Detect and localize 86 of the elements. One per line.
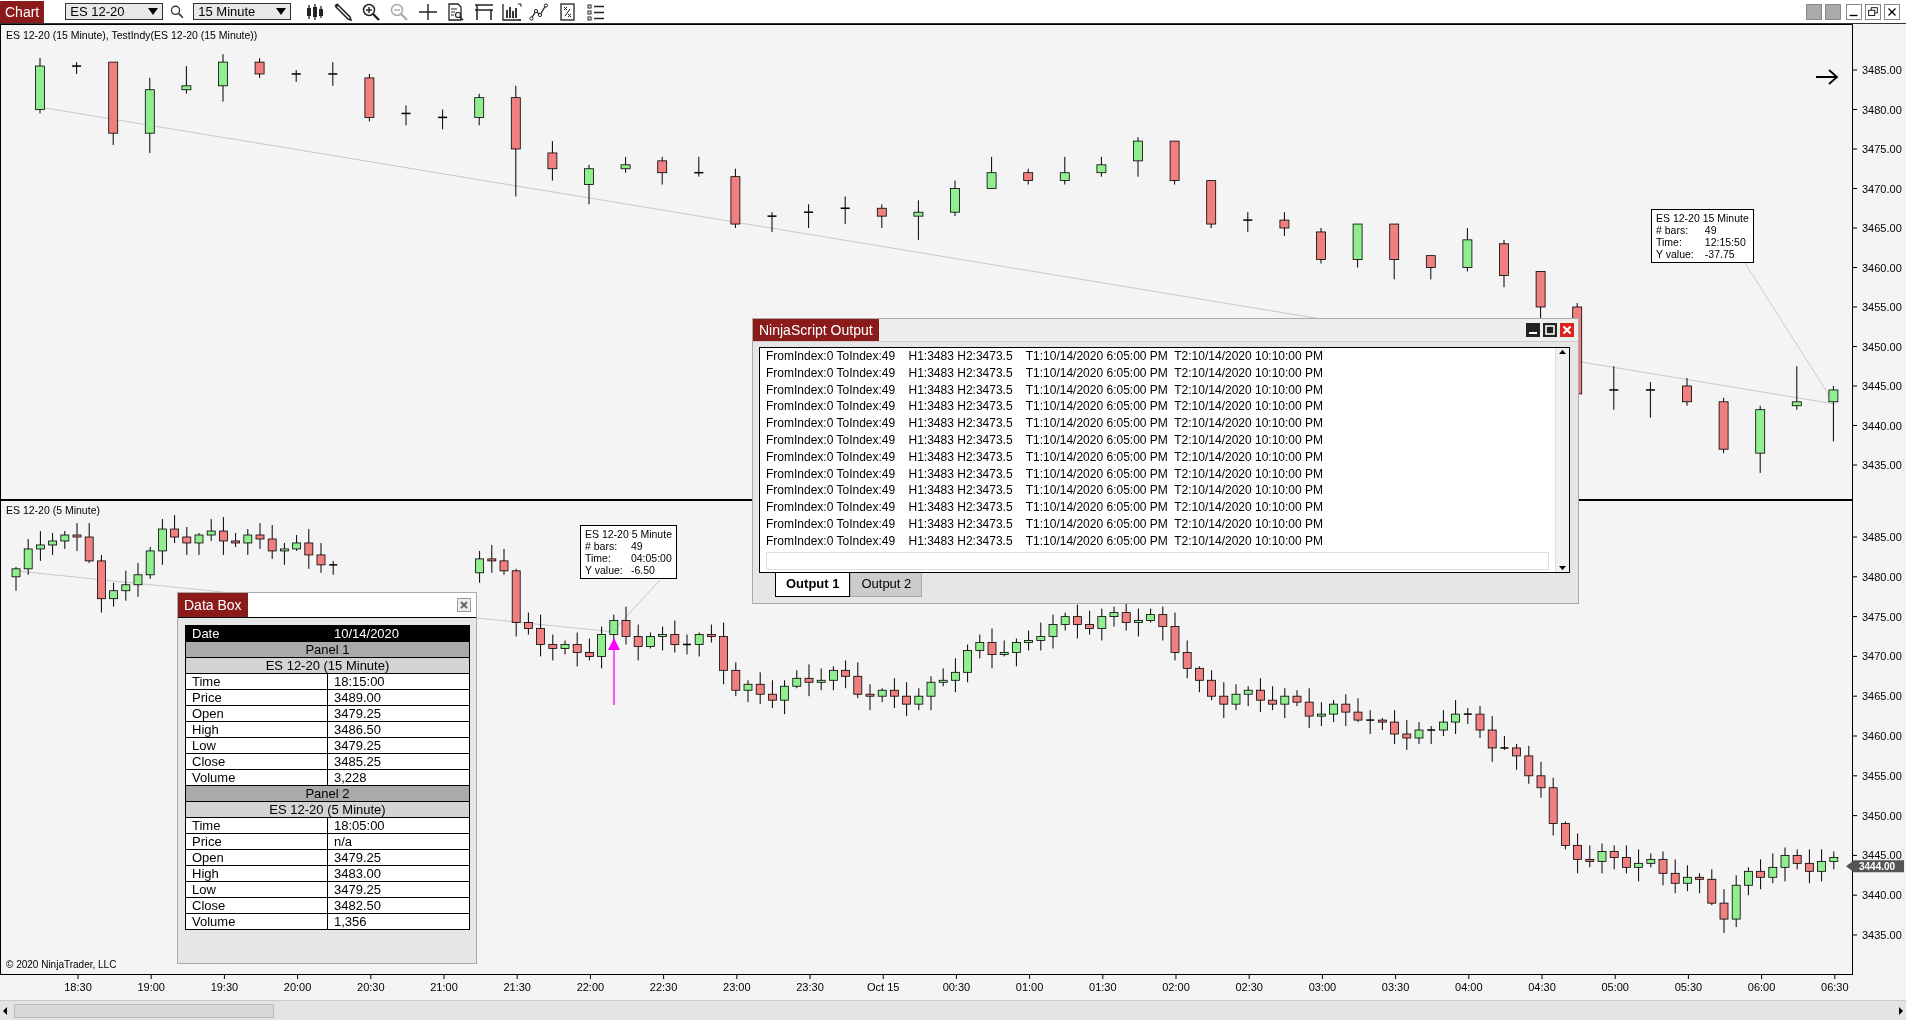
- chart-title: Chart: [0, 0, 45, 23]
- tooltip-value: 49: [630, 540, 644, 552]
- tooltip-value: -6.50: [630, 564, 656, 576]
- price-label: 3440.00: [1862, 419, 1902, 432]
- price-label: 3450.00: [1862, 809, 1902, 822]
- price-label: 3455.00: [1862, 301, 1902, 313]
- output-line: FromIndex:0 ToIndex:49 H1:3483 H2:3473.5 T1:10/14/2020 6:05:00 PM T2:10/14/2020 10:10:00 PM: [766, 432, 1325, 449]
- time-label: 04:30: [1528, 981, 1556, 993]
- time-label: 01:00: [1015, 981, 1044, 993]
- output-line: FromIndex:0 ToIndex:49 H1:3483 H2:3473.5 T1:10/14/2020 6:05:00 PM T2:10/14/2020 10:10:00 PM: [766, 348, 1325, 365]
- time-label: 02:00: [1162, 981, 1190, 993]
- time-label: 00:30: [942, 981, 971, 993]
- tooltip-label: Time:: [585, 552, 612, 564]
- time-label: 19:30: [210, 981, 239, 993]
- time-label: 22:30: [649, 981, 678, 993]
- price-label: 3435.00: [1862, 459, 1902, 471]
- tooltip-label: # bars:: [1656, 224, 1690, 236]
- price-label: 3450.00: [1862, 340, 1902, 353]
- output-line: FromIndex:0 ToIndex:49 H1:3483 H2:3473.5 T1:10/14/2020 6:05:00 PM T2:10/14/2020 10:10:00 PM: [766, 415, 1325, 432]
- time-label: 06:00: [1747, 981, 1776, 993]
- copyright-text: © 2020 NinjaTrader, LLC: [6, 959, 117, 970]
- price-label: 3435.00: [1862, 929, 1902, 941]
- tooltip-label: Y value:: [585, 564, 623, 576]
- tooltip-value: 12:15:50: [1704, 236, 1747, 248]
- time-label: 23:00: [723, 981, 751, 993]
- output-line: FromIndex:0 ToIndex:49 H1:3483 H2:3473.5 T1:10/14/2020 6:05:00 PM T2:10/14/2020 10:10:00 PM: [766, 448, 1325, 466]
- price-label: 3465.00: [1862, 222, 1902, 234]
- price-label: 3475.00: [1862, 143, 1902, 155]
- time-label: 04:00: [1455, 981, 1483, 993]
- tooltip-label: # bars:: [585, 540, 619, 552]
- price-label: 3480.00: [1862, 570, 1902, 583]
- output-line: FromIndex:0 ToIndex:49 H1:3483 H2:3473.5 T1:10/14/2020 6:05:00 PM T2:10/14/2020 10:10:00 PM: [766, 482, 1325, 500]
- output-line: FromIndex:0 ToIndex:49 H1:3483 H2:3473.5 T1:10/14/2020 6:05:00 PM T2:10/14/2020 10:10:00 PM: [766, 364, 1325, 382]
- output-line: FromIndex:0 ToIndex:49 H1:3483 H2:3473.5 T1:10/14/2020 6:05:00 PM T2:10/14/2020 10:10:00 PM: [766, 381, 1325, 399]
- price-label: 3440.00: [1862, 889, 1902, 902]
- output-line: FromIndex:0 ToIndex:49 H1:3483 H2:3473.5 T1:10/14/2020 6:05:00 PM T2:10/14/2020 10:10:00 PM: [766, 499, 1325, 516]
- window-title: NinjaScript Output: [753, 319, 879, 341]
- price-label: 3465.00: [1862, 690, 1902, 703]
- time-label: 20:00: [283, 981, 312, 993]
- tooltip-title: ES 12-20 15 Minute: [1656, 212, 1749, 224]
- price-label: 3445.00: [1862, 849, 1902, 862]
- time-label: 21:00: [430, 981, 458, 993]
- time-label: 20:30: [357, 981, 385, 993]
- time-label: 19:00: [137, 981, 165, 993]
- output-tab[interactable]: Output 1: [775, 573, 851, 597]
- output-line: FromIndex:0 ToIndex:49 H1:3483 H2:3473.5 T1:10/14/2020 6:05:00 PM T2:10/14/2020 10:10:00 PM: [766, 515, 1325, 533]
- price-marker: 3444.00: [1846, 860, 1904, 873]
- tooltip-label: Time:: [1656, 236, 1683, 248]
- price-label: 3470.00: [1862, 182, 1902, 195]
- table-cell: Date: [185, 625, 328, 642]
- tooltip-value: 49: [1704, 224, 1718, 236]
- time-label: 01:30: [1089, 981, 1117, 993]
- price-label: 3445.00: [1862, 380, 1902, 392]
- price-label: 3470.00: [1862, 650, 1902, 663]
- table-cell: 10/14/2020: [327, 625, 470, 642]
- time-label: 05:30: [1674, 981, 1703, 993]
- panel-title: Data Box: [178, 593, 248, 617]
- price-label: 3455.00: [1862, 769, 1902, 782]
- instrument-dropdown[interactable]: ES 12-20: [65, 3, 164, 20]
- time-label: 06:30: [1821, 981, 1849, 993]
- time-label: 03:00: [1308, 981, 1337, 993]
- price-label: 3480.00: [1862, 103, 1902, 116]
- time-label: 21:30: [503, 981, 531, 993]
- tooltip-value: -37.75: [1704, 248, 1736, 260]
- price-label: 3475.00: [1862, 610, 1902, 623]
- panel-title: ES 12-20 (5 Minute): [6, 504, 100, 516]
- output-line: FromIndex:0 ToIndex:49 H1:3483 H2:3473.5 T1:10/14/2020 6:05:00 PM T2:10/14/2020 10:10:00 PM: [766, 398, 1325, 416]
- time-label: 02:30: [1235, 981, 1263, 993]
- price-label: 3485.00: [1862, 64, 1902, 76]
- panel-title: ES 12-20 (15 Minute), TestIndy(ES 12-20 (15 Minute)): [6, 29, 258, 41]
- time-label: 05:00: [1601, 981, 1629, 993]
- time-label: 03:30: [1381, 981, 1410, 993]
- tooltip-value: 04:05:00: [630, 552, 672, 564]
- output-line: FromIndex:0 ToIndex:49 H1:3483 H2:3473.5 T1:10/14/2020 6:05:00 PM T2:10/14/2020 10:10:00 PM: [766, 465, 1325, 483]
- price-label: 3460.00: [1862, 730, 1902, 742]
- output-tab[interactable]: Output 2: [850, 573, 923, 597]
- tooltip-title: ES 12-20 5 Minute: [585, 528, 672, 540]
- time-label: 23:30: [796, 981, 824, 993]
- price-label: 3485.00: [1862, 531, 1902, 543]
- time-label: 18:30: [64, 981, 92, 993]
- time-label: Oct 15: [867, 981, 900, 993]
- tooltip-label: Y value:: [1656, 248, 1695, 260]
- time-label: 22:00: [576, 981, 605, 993]
- output-line: FromIndex:0 ToIndex:49 H1:3483 H2:3473.5 T1:10/14/2020 6:05:00 PM T2:10/14/2020 10:10:00 PM: [766, 532, 1325, 550]
- interval-dropdown[interactable]: 15 Minute: [193, 3, 292, 20]
- price-label: 3460.00: [1862, 261, 1902, 274]
